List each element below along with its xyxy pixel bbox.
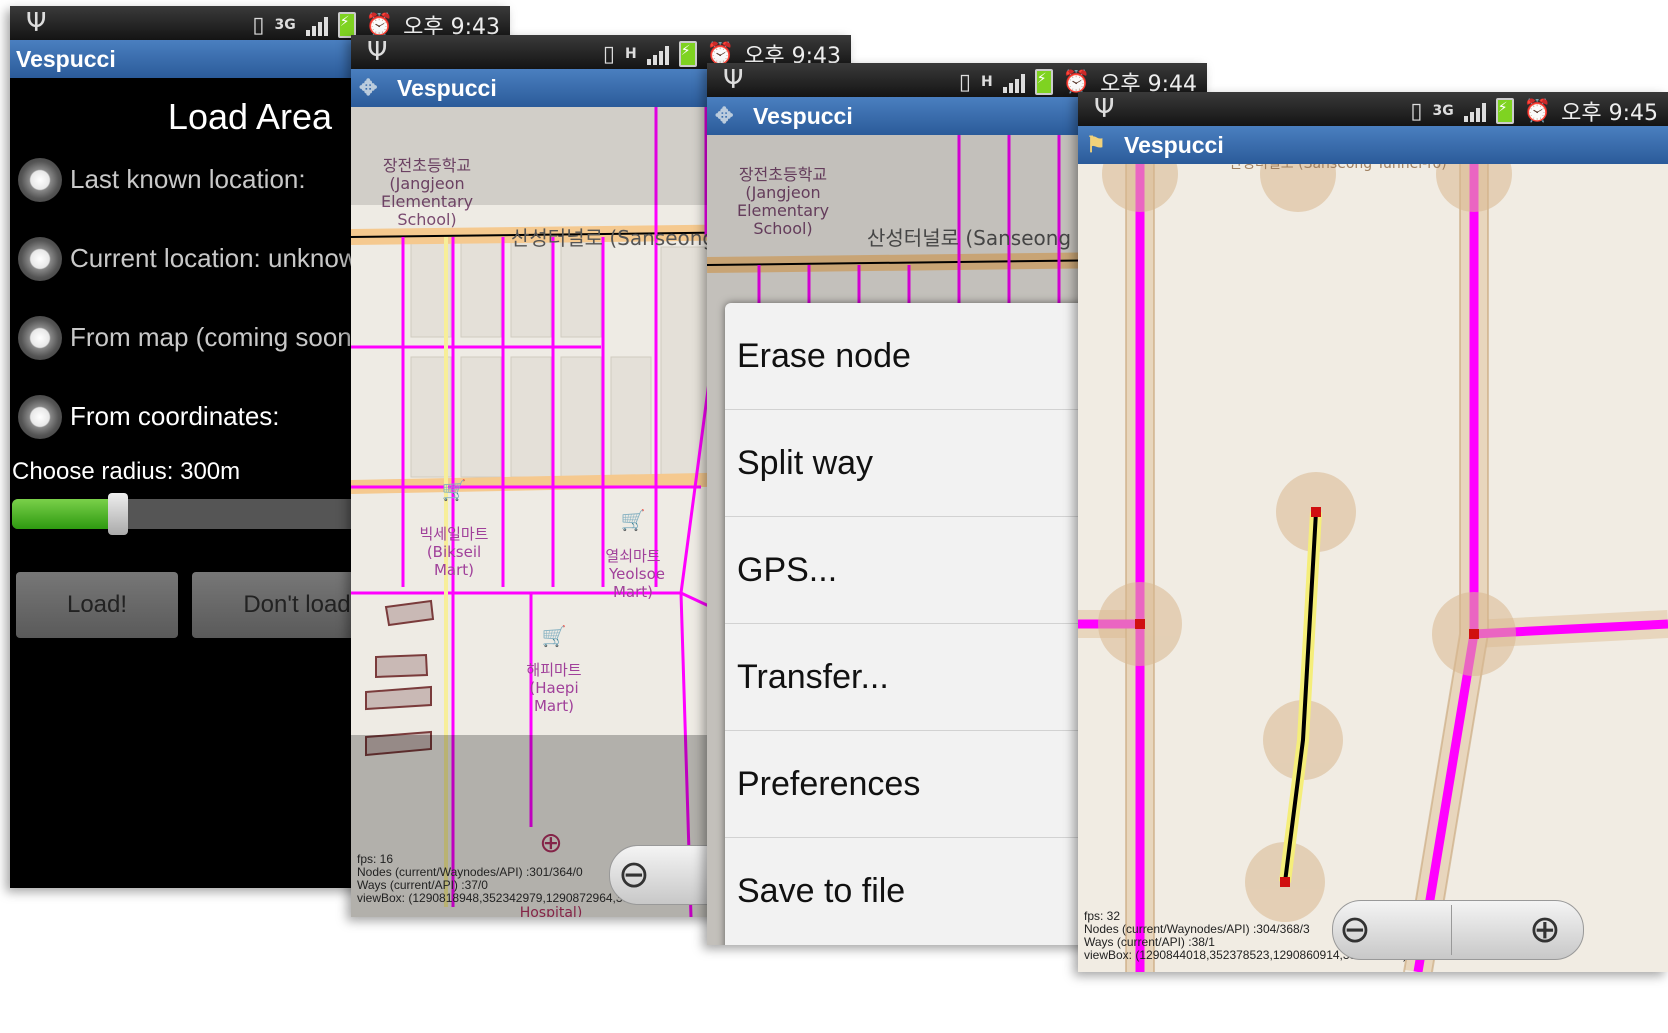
usb-icon: Ψ <box>367 37 388 67</box>
map-label-mart: Mart) <box>613 583 653 601</box>
app-title: Vespucci <box>1124 132 1224 158</box>
title-bar: ⚑ Vespucci <box>1078 126 1668 164</box>
menu-item-label: Transfer... <box>737 658 889 696</box>
menu-item-label: Erase node <box>737 337 911 375</box>
map-label-mart: (Bikseil <box>427 543 481 561</box>
status-bar: Ψ ▯ 3G ⏰ 오후 9:45 <box>1078 92 1668 126</box>
radius-label: Choose radius: 300m <box>12 458 241 485</box>
load-button[interactable]: Load! <box>16 572 178 638</box>
map-label-road: 산성터널로 (Sanseong Tunnel-ro) <box>1229 164 1446 172</box>
app-icon: ✥ <box>715 103 734 128</box>
signal-icon <box>305 14 328 36</box>
radio-label: From coordinates: <box>70 401 280 431</box>
node-marker[interactable] <box>1469 629 1479 639</box>
menu-item-label: Split way <box>737 444 874 482</box>
app-title: Vespucci <box>16 46 116 72</box>
menu-item-label: GPS... <box>737 551 838 589</box>
vibrate-icon: ▯ <box>958 69 971 95</box>
node-marker[interactable] <box>1135 619 1145 629</box>
map-label-mart: 빅세일마트 <box>419 525 488 543</box>
shopping-cart-icon: 🛒 <box>542 624 567 648</box>
radio-button[interactable] <box>18 237 62 281</box>
map-label-mart: Mart) <box>434 561 474 579</box>
map-label-road: 산성터널로 (Sanseong <box>511 226 715 250</box>
usb-icon: Ψ <box>723 65 744 95</box>
battery-icon <box>678 41 697 67</box>
zoom-in-icon[interactable]: ⊕ <box>1529 907 1561 951</box>
alarm-icon: ⏰ <box>1062 69 1091 95</box>
alarm-icon: ⏰ <box>365 12 394 38</box>
battery-icon <box>1495 98 1514 124</box>
signal-icon <box>646 43 669 65</box>
node-marker[interactable] <box>1280 877 1290 887</box>
usb-icon: Ψ <box>26 8 47 38</box>
app-title: Vespucci <box>753 103 853 129</box>
radio-label: From map (coming soon) <box>70 322 361 352</box>
app-icon: ✥ <box>359 75 378 100</box>
shopping-cart-icon: 🛒 <box>621 508 646 532</box>
signal-icon <box>1463 100 1486 122</box>
radio-button[interactable] <box>18 395 62 439</box>
battery-icon <box>1034 69 1053 95</box>
radio-button[interactable] <box>18 158 62 202</box>
slider-fill <box>12 499 118 529</box>
map-label-mart: (Haepi <box>529 679 578 697</box>
menu-item-label: Preferences <box>737 765 921 803</box>
map-label-mart: 해피마트 <box>526 661 581 679</box>
network-type: H <box>624 46 637 62</box>
screen-edit-view: 산성터널로 (Sanseong Tunnel-ro) Ψ ▯ 3G ⏰ 오후 9… <box>1078 92 1668 972</box>
app-icon: ⚑ <box>1086 132 1106 157</box>
status-clock: 오후 9:45 <box>1561 101 1658 126</box>
map-label-mart: Yeolsoe <box>608 565 665 583</box>
zoom-divider <box>1451 905 1452 955</box>
map-label-mart: Mart) <box>534 697 574 715</box>
network-type: 3G <box>274 17 296 33</box>
shopping-cart-icon: 🛒 <box>442 478 467 502</box>
network-type: 3G <box>1432 103 1454 119</box>
zoom-out-icon[interactable]: ⊖ <box>1339 907 1371 951</box>
map-label-school: School) <box>397 210 456 229</box>
vibrate-icon: ▯ <box>252 12 265 38</box>
vibrate-icon: ▯ <box>602 41 615 67</box>
menu-item-label: Save to file <box>737 872 906 910</box>
alarm-icon: ⏰ <box>1523 98 1552 124</box>
vibrate-icon: ▯ <box>1410 98 1423 124</box>
network-type: H <box>980 74 993 90</box>
map-label-mart: 열쇠마트 <box>605 547 660 565</box>
app-title: Vespucci <box>397 75 497 101</box>
radio-label: Current location: unknown <box>70 243 373 273</box>
slider-thumb[interactable] <box>107 493 128 535</box>
zoom-out-icon[interactable]: ⊖ <box>618 852 650 896</box>
usb-icon: Ψ <box>1094 94 1115 124</box>
node-marker[interactable] <box>1311 507 1321 517</box>
map-canvas[interactable]: 산성터널로 (Sanseong Tunnel-ro) <box>1078 164 1668 972</box>
zoom-control[interactable]: ⊖ ⊕ <box>1332 900 1584 960</box>
radio-button[interactable] <box>18 316 62 360</box>
signal-icon <box>1002 71 1025 93</box>
radio-label: Last known location: <box>70 164 306 194</box>
